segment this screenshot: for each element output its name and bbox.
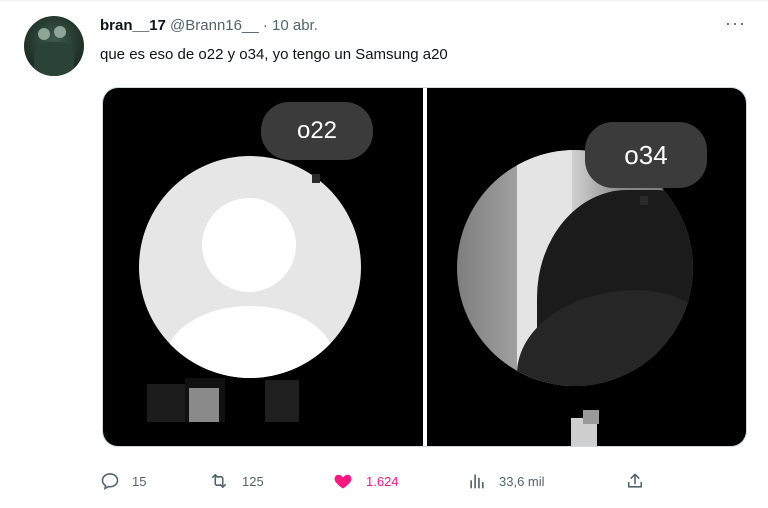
heart-icon: [332, 471, 354, 491]
tweet-actions: 15 125 1.624 33,6 mil: [100, 469, 660, 493]
blurred-block: [189, 388, 219, 422]
label-bubble-right: o34: [585, 122, 707, 188]
blurred-block: [583, 410, 599, 424]
retweet-count: 125: [242, 473, 264, 489]
reply-icon: [100, 471, 120, 491]
bubble-pointer: [312, 174, 320, 183]
tweet[interactable]: bran__17 @Brann16__ · 10 abr. ··· que es…: [0, 0, 768, 508]
like-count: 1.624: [366, 473, 399, 489]
tweet-media[interactable]: o22 o34: [102, 87, 747, 447]
retweet-icon: [208, 471, 230, 491]
default-avatar-image: [139, 156, 361, 378]
media-image-right[interactable]: o34: [427, 88, 746, 446]
avatar[interactable]: [24, 16, 84, 76]
bubble-pointer: [640, 196, 648, 205]
views-button[interactable]: 33,6 mil: [467, 469, 545, 493]
reply-button[interactable]: 15: [100, 469, 146, 493]
media-image-left[interactable]: o22: [103, 88, 423, 446]
author-handle[interactable]: @Brann16__: [170, 17, 259, 34]
like-button[interactable]: 1.624: [332, 469, 399, 493]
author-name[interactable]: bran__17: [100, 17, 166, 34]
analytics-icon: [467, 471, 487, 491]
blurred-block: [265, 380, 299, 422]
retweet-button[interactable]: 125: [208, 469, 264, 493]
separator: ·: [262, 17, 268, 34]
share-button[interactable]: [625, 469, 645, 493]
more-horizontal-icon[interactable]: ···: [725, 13, 746, 34]
tweet-date[interactable]: 10 abr.: [272, 17, 318, 34]
share-icon: [625, 471, 645, 491]
tweet-text: que es eso de o22 y o34, yo tengo un Sam…: [100, 46, 448, 63]
reply-count: 15: [132, 473, 147, 489]
tweet-header: bran__17 @Brann16__ · 10 abr.: [100, 17, 318, 34]
label-bubble-left: o22: [261, 102, 373, 160]
view-count: 33,6 mil: [499, 473, 545, 489]
blurred-block: [147, 384, 185, 422]
